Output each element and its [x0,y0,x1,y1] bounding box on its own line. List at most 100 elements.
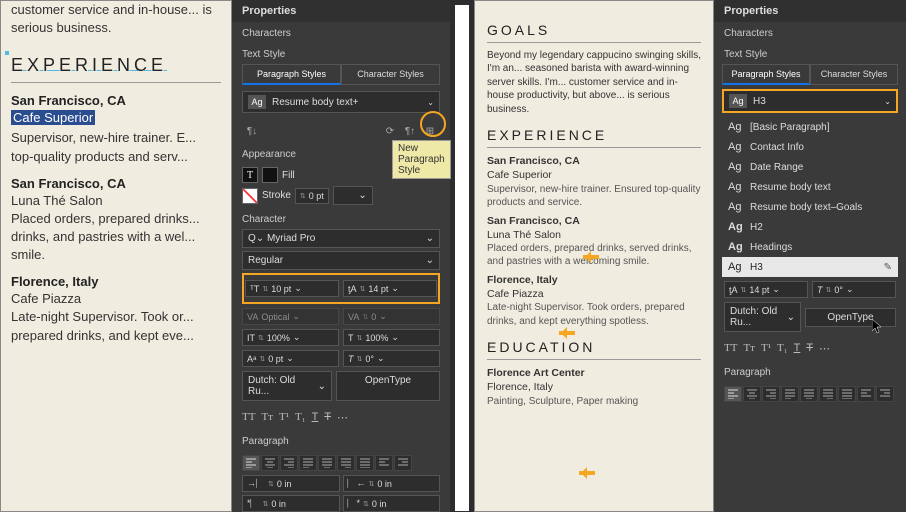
tab-paragraph-styles[interactable]: Paragraph Styles [722,64,810,85]
more-options-icon[interactable]: ⋯ [819,342,830,355]
apply-style-icon[interactable]: ¶↑ [400,123,420,139]
style-list-item[interactable]: AgDate Range [722,157,898,177]
job-desc[interactable]: Supervisor, new-hire trainer. E... top-q… [11,129,221,165]
style-list-item[interactable]: AgH2 [722,217,898,237]
leading-input[interactable]: ƫA ⇅ 14 pt ⌄ [724,281,808,298]
smallcaps-button[interactable]: Tᴛ [743,342,755,355]
hscale-input[interactable]: T ⇅ 100% ⌄ [343,329,440,346]
justify-right-button[interactable] [819,386,837,402]
subscript-button[interactable]: T₁ [295,411,306,424]
job-name[interactable]: Luna Thé Salon [11,193,221,208]
job-name[interactable]: Cafe Piazza [11,291,221,306]
goals-body[interactable]: Beyond my legendary cappucino swinging s… [487,49,701,117]
job-name-selected[interactable]: Cafe Superior [11,110,95,125]
job-location[interactable]: Florence, Italy [11,274,221,289]
clear-override-icon[interactable]: ¶↓ [242,123,262,139]
justify-left-button[interactable] [781,386,799,402]
language-dropdown[interactable]: Dutch: Old Ru...⌄ [242,371,332,401]
font-family-dropdown[interactable]: Q⌄ Myriad Pro⌄ [242,229,440,248]
style-list-item[interactable]: Ag[Basic Paragraph] [722,117,898,137]
align-center-button[interactable] [261,455,279,471]
left-indent-input[interactable]: →⎸⇅ 0 in [242,475,340,492]
skew-input[interactable]: T ⇅ 0° ⌄ [812,281,896,298]
fill-swatch[interactable] [262,167,278,183]
job-desc[interactable]: Supervisor, new-hire trainer. Ensured to… [487,183,701,210]
justify-center-button[interactable] [318,455,336,471]
edu-location[interactable]: Florence, Italy [487,380,701,394]
underline-button[interactable]: T [312,411,319,424]
edu-name[interactable]: Florence Art Center [487,366,701,380]
font-weight-dropdown[interactable]: Regular⌄ [242,251,440,270]
tab-character-styles[interactable]: Character Styles [341,64,440,85]
redefine-style-icon[interactable]: ⟳ [380,123,400,139]
current-style-dropdown[interactable]: Ag Resume body text+ ⌄ [242,91,440,113]
document-left-page[interactable]: customer service and in-house... is seri… [0,0,232,512]
justify-all-button[interactable] [838,386,856,402]
superscript-button[interactable]: T¹ [279,411,289,424]
heading-experience[interactable]: EXPERIENCE [11,55,221,76]
job-location[interactable]: San Francisco, CA [11,176,221,191]
align-left-button[interactable] [242,455,260,471]
stroke-type-dropdown[interactable]: ⌄ [333,186,373,205]
superscript-button[interactable]: T¹ [761,342,771,355]
current-style-dropdown-highlighted[interactable]: Ag H3 ⌄ [722,89,898,113]
edu-desc[interactable]: Painting, Sculpture, Paper making [487,395,701,409]
vscale-input[interactable]: IT ⇅ 100% ⌄ [242,329,339,346]
style-list-item[interactable]: AgResume body text [722,177,898,197]
justify-left-button[interactable] [299,455,317,471]
align-away-spine-button[interactable] [394,455,412,471]
justify-center-button[interactable] [800,386,818,402]
font-size-input[interactable]: ᵀT ⇅ 10 pt ⌄ [245,280,339,297]
align-toward-spine-button[interactable] [375,455,393,471]
new-paragraph-style-icon[interactable]: ⊞ [420,123,440,139]
align-right-button[interactable] [762,386,780,402]
lastline-indent-input[interactable]: ⎸* ⇅ 0 in [343,495,441,512]
tracking-input[interactable]: VA ⇅ 0 ⌄ [343,308,440,325]
heading-goals[interactable]: GOALS [487,21,701,40]
job-name[interactable]: Luna Thé Salon [487,228,701,242]
leading-input[interactable]: ƫA ⇅ 14 pt ⌄ [343,280,437,297]
right-indent-input[interactable]: ⎸← ⇅ 0 in [343,475,441,492]
style-list-item-selected[interactable]: AgH3✎ [722,257,898,277]
style-list-item[interactable]: AgHeadings [722,237,898,257]
skew-input[interactable]: T ⇅ 0° ⌄ [343,350,440,367]
job-location[interactable]: San Francisco, CA [487,214,701,228]
align-right-button[interactable] [280,455,298,471]
body-text[interactable]: customer service and in-house... is seri… [11,1,221,37]
firstline-indent-input[interactable]: *⎸⇅ 0 in [242,495,340,512]
align-center-button[interactable] [743,386,761,402]
style-list-item[interactable]: AgContact Info [722,137,898,157]
heading-experience[interactable]: EXPERIENCE [487,126,701,145]
language-dropdown[interactable]: Dutch: Old Ru...⌄ [724,302,801,332]
align-away-spine-button[interactable] [876,386,894,402]
justify-all-button[interactable] [356,455,374,471]
allcaps-button[interactable]: TT [724,342,737,355]
allcaps-button[interactable]: TT [242,411,255,424]
job-location[interactable]: San Francisco, CA [11,93,221,108]
opentype-button[interactable]: OpenType [336,371,440,401]
job-desc[interactable]: Late-night Supervisor. Took or... prepar… [11,308,221,344]
strikethrough-button[interactable]: T [324,411,331,424]
heading-education[interactable]: EDUCATION [487,338,701,357]
style-list-item[interactable]: AgResume body text–Goals [722,197,898,217]
smallcaps-button[interactable]: Tᴛ [261,411,273,424]
tab-paragraph-styles[interactable]: Paragraph Styles [242,64,341,85]
tab-character-styles[interactable]: Character Styles [810,64,898,85]
job-desc[interactable]: Late-night Supervisor. Took orders, prep… [487,301,701,328]
edit-pencil-icon[interactable]: ✎ [884,262,892,273]
align-toward-spine-button[interactable] [857,386,875,402]
more-options-icon[interactable]: ⋯ [337,411,348,424]
job-name[interactable]: Cafe Piazza [487,287,701,301]
job-desc[interactable]: Placed orders, prepared drinks... drinks… [11,210,221,265]
job-location[interactable]: Florence, Italy [487,273,701,287]
document-right-page[interactable]: GOALS Beyond my legendary cappucino swin… [474,0,714,512]
stroke-weight-input[interactable]: ⇅0 pt [295,188,329,204]
subscript-button[interactable]: T₁ [777,342,788,355]
align-left-button[interactable] [724,386,742,402]
underline-button[interactable]: T [794,342,801,355]
kerning-input[interactable]: VA Optical ⌄ [242,308,339,325]
justify-right-button[interactable] [337,455,355,471]
baseline-input[interactable]: Aᵃ ⇅ 0 pt ⌄ [242,350,339,367]
strikethrough-button[interactable]: T [806,342,813,355]
job-location[interactable]: San Francisco, CA [487,154,701,168]
